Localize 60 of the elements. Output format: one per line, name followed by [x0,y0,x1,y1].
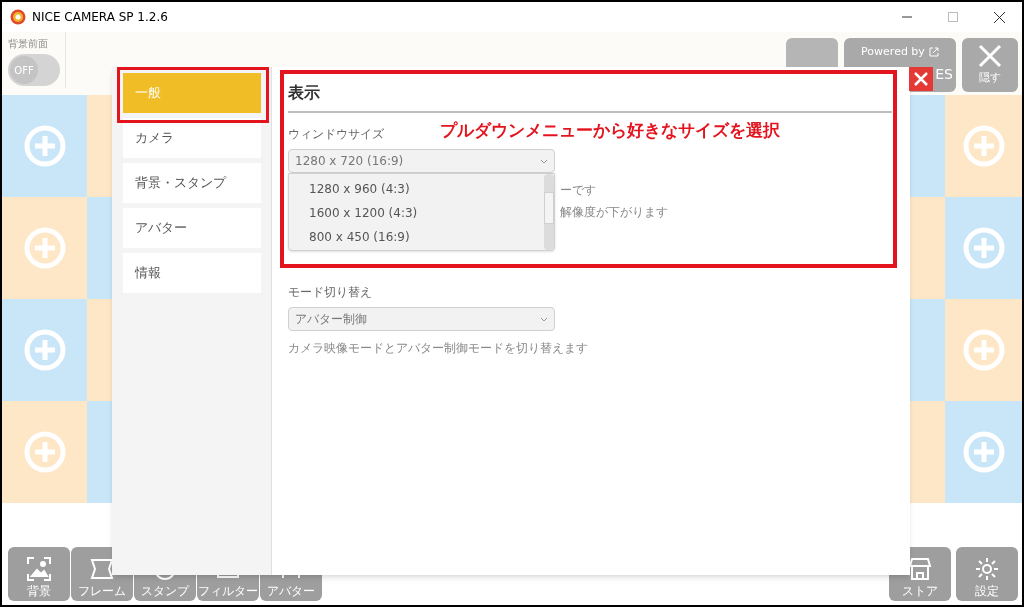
plus-circle-icon [961,124,1006,168]
chevron-down-icon [540,316,548,322]
plus-circle-icon [22,430,67,474]
tile[interactable] [87,95,112,197]
toolbar-button[interactable]: 背景 [8,547,70,601]
sidebar-item[interactable]: アバター [123,208,261,248]
tile[interactable] [910,401,945,503]
annotation-text: プルダウンメニューから好きなサイズを選択 [440,119,780,142]
image-icon [26,556,52,582]
hint-text: ーです [560,182,597,199]
sidebar-item[interactable]: カメラ [123,118,261,158]
powered-by-brand: ES [935,66,954,81]
plus-circle-icon [961,328,1006,372]
app-logo-icon [10,9,26,25]
field-description: カメラ映像モードとアバター制御モードを切り替えます [288,340,588,357]
tile[interactable] [910,299,945,401]
tile[interactable] [910,197,945,299]
tile[interactable] [87,299,112,401]
dropdown-option[interactable]: 1280 x 960 (4:3) [289,177,544,201]
external-link-icon [928,47,939,58]
scrollbar-thumb[interactable] [544,192,554,224]
hint-text: 解像度が下がります [560,204,668,221]
tile[interactable] [945,95,1022,197]
tile[interactable] [910,95,945,197]
tile[interactable] [945,197,1022,299]
dialog-close-button[interactable] [909,67,933,91]
tile[interactable] [2,197,87,299]
minimize-icon [902,16,912,18]
dropdown-option[interactable]: 800 x 450 (16:9) [289,225,544,249]
section-title: 表示 [288,82,320,104]
toggle-label: 背景前面 [8,37,48,51]
powered-by-label: Powered by [861,44,939,61]
chevron-down-icon [540,158,548,164]
close-icon [914,72,928,86]
field-label: ウィンドウサイズ [288,126,384,143]
close-icon [978,43,1002,68]
gear-icon [974,556,1000,582]
close-icon [993,11,1005,23]
hide-button[interactable]: 隠す [962,38,1018,92]
dropdown-option[interactable]: 1600 x 1200 (4:3) [289,201,544,225]
sidebar-item[interactable]: 背景・スタンプ [123,163,261,203]
tile[interactable] [2,95,87,197]
toolbar-button[interactable]: 設定 [956,547,1018,601]
plus-circle-icon [22,124,67,168]
mode-select[interactable]: アバター制御 [288,307,555,331]
sidebar-item[interactable]: 情報 [123,253,261,293]
field-label: モード切り替え [288,284,372,301]
plus-circle-icon [22,328,67,372]
tile[interactable] [87,197,112,299]
tile[interactable] [2,299,87,401]
tile[interactable] [87,401,112,503]
plus-circle-icon [961,430,1006,474]
window-size-select[interactable]: 1280 x 720 (16:9) [288,149,555,173]
tile[interactable] [945,401,1022,503]
plus-circle-icon [961,226,1006,270]
plus-circle-icon [22,226,67,270]
tile[interactable] [945,299,1022,401]
tile[interactable] [2,401,87,503]
window-title: NICE CAMERA SP 1.2.6 [32,9,168,26]
maximize-icon [948,12,958,22]
